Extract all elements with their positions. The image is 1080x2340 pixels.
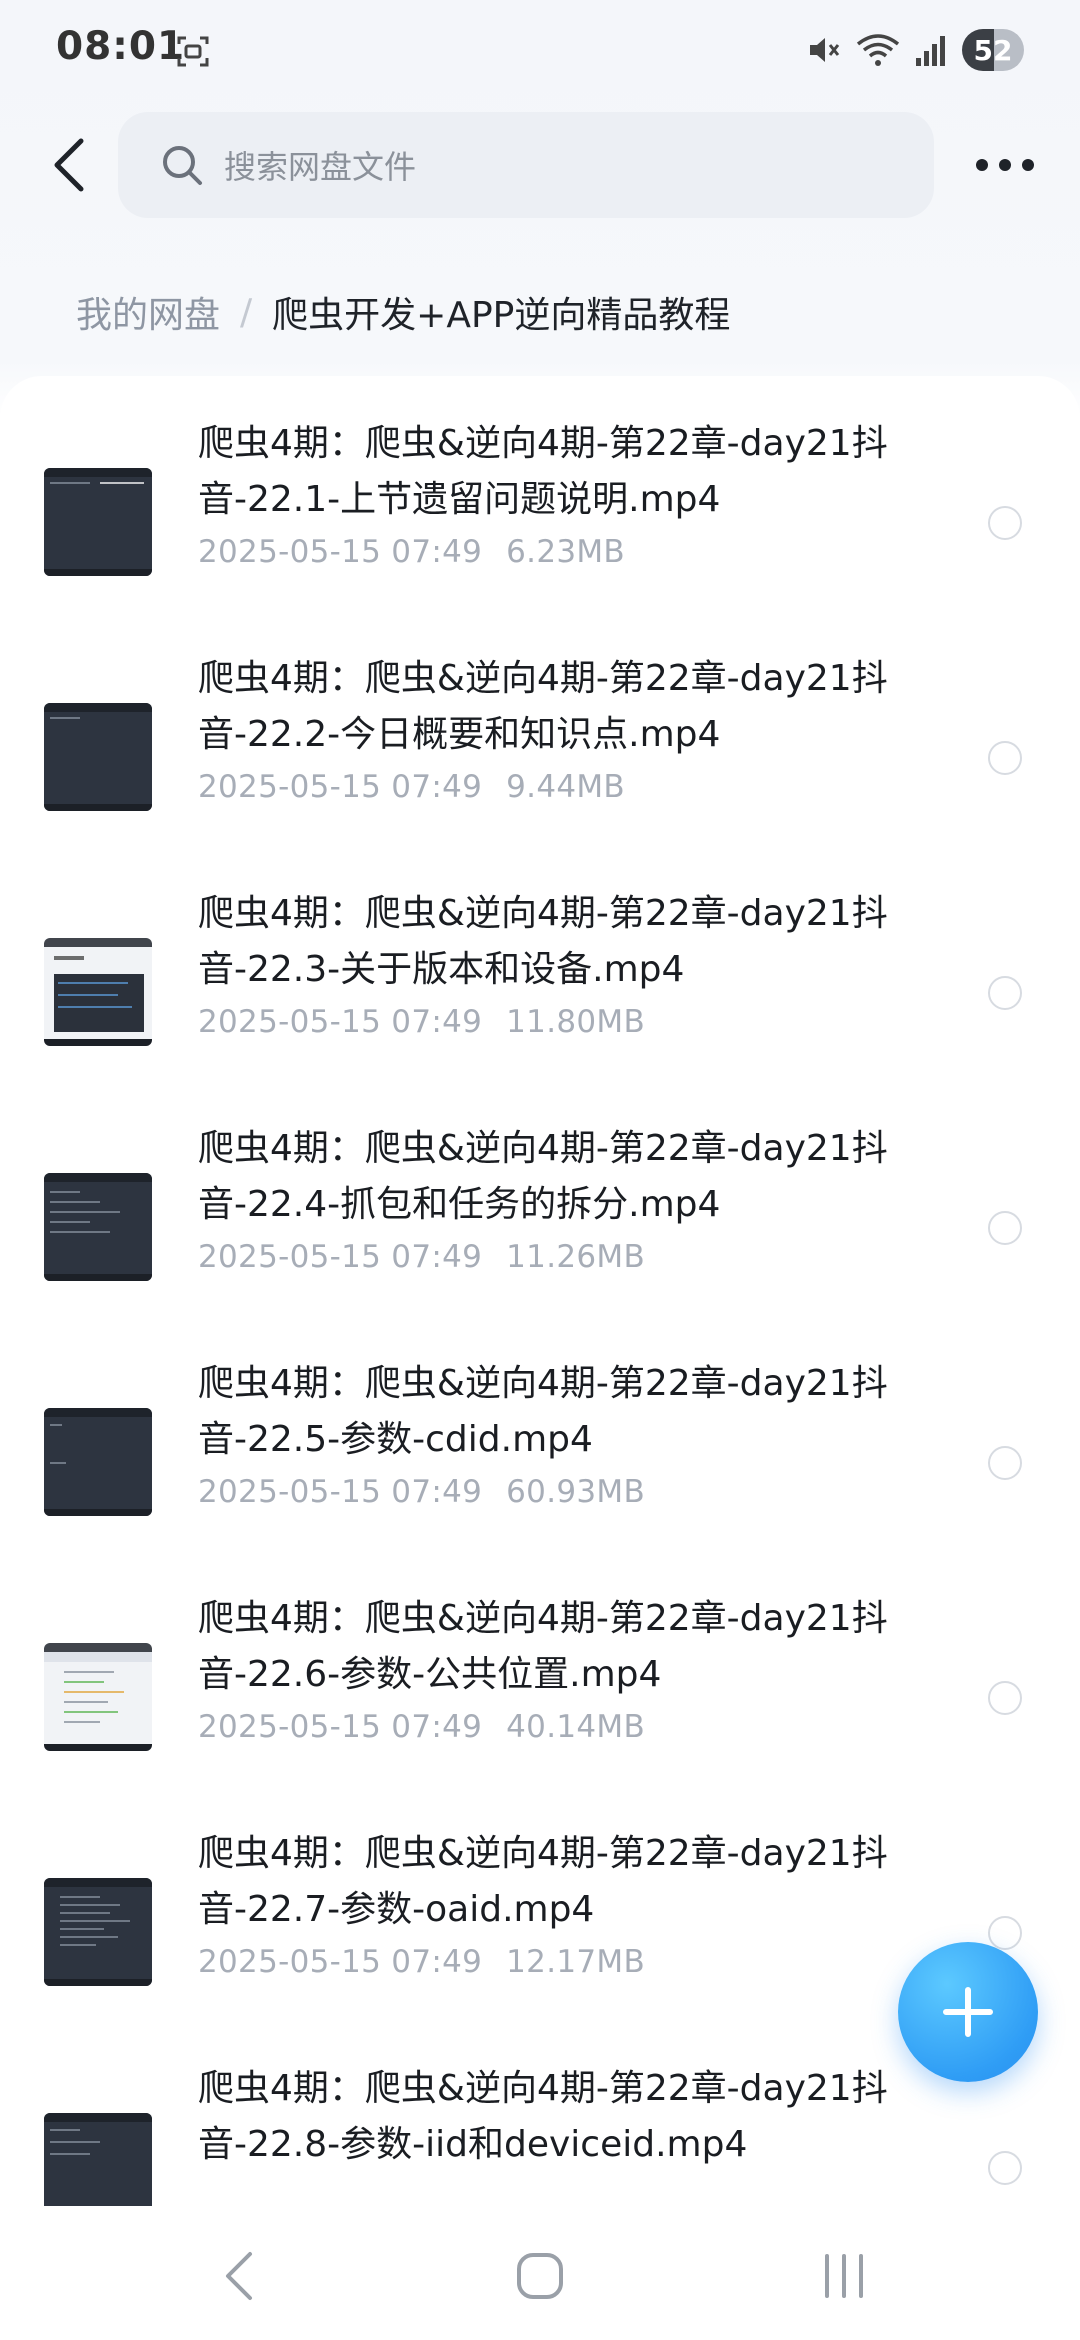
status-icons: 52 (806, 26, 1024, 74)
signal-icon (916, 36, 945, 66)
video-thumbnail (44, 938, 152, 1046)
nav-recents-icon (825, 2254, 863, 2298)
file-meta: 2025-05-15 07:49 9.44MB (198, 769, 625, 805)
file-name: 爬虫4期：爬虫&逆向4期-第22章-day21抖音-22.3-关于版本和设备.m… (198, 893, 888, 990)
select-radio[interactable] (988, 506, 1022, 540)
breadcrumb: 我的网盘 / 爬虫开发+APP逆向精品教程 (76, 282, 730, 342)
file-size: 11.26MB (506, 1239, 646, 1275)
select-radio[interactable] (988, 1681, 1022, 1715)
file-date: 2025-05-15 07:49 (198, 1709, 483, 1745)
system-nav-bar (0, 2206, 1080, 2340)
breadcrumb-separator: / (240, 291, 253, 333)
file-size: 9.44MB (506, 769, 625, 805)
file-name: 爬虫4期：爬虫&逆向4期-第22章-day21抖音-22.7-参数-oaid.m… (198, 1833, 888, 1930)
file-date: 2025-05-15 07:49 (198, 1004, 483, 1040)
video-thumbnail (44, 2113, 152, 2206)
select-radio[interactable] (988, 741, 1022, 775)
file-name: 爬虫4期：爬虫&逆向4期-第22章-day21抖音-22.1-上节遗留问题说明.… (198, 423, 888, 520)
video-thumbnail (44, 1878, 152, 1986)
video-thumbnail (44, 1643, 152, 1751)
more-horizontal-icon (976, 159, 1034, 171)
video-thumbnail (44, 1408, 152, 1516)
file-name: 爬虫4期：爬虫&逆向4期-第22章-day21抖音-22.4-抓包和任务的拆分.… (198, 1128, 888, 1225)
screenshot-icon (177, 36, 209, 67)
video-thumbnail (44, 1173, 152, 1281)
nav-home-icon (517, 2253, 563, 2299)
list-item[interactable]: 爬虫4期：爬虫&逆向4期-第22章-day21抖音-22.3-关于版本和设备.m… (0, 846, 1080, 1081)
list-item[interactable]: 爬虫4期：爬虫&逆向4期-第22章-day21抖音-22.5-参数-cdid.m… (0, 1316, 1080, 1551)
list-item[interactable]: 爬虫4期：爬虫&逆向4期-第22章-day21抖音-22.2-今日概要和知识点.… (0, 611, 1080, 846)
file-size: 12.17MB (506, 1944, 646, 1980)
search-input[interactable]: 搜索网盘文件 (118, 112, 934, 218)
mute-icon (810, 38, 840, 62)
file-date: 2025-05-15 07:49 (198, 1239, 483, 1275)
list-item[interactable]: 爬虫4期：爬虫&逆向4期-第22章-day21抖音-22.1-上节遗留问题说明.… (0, 376, 1080, 611)
file-meta: 2025-05-15 07:49 60.93MB (198, 1474, 645, 1510)
file-date: 2025-05-15 07:49 (198, 1944, 483, 1980)
file-browser-screen: 08:01 52 搜索网盘文件 我的网盘 / 爬虫开发+APP逆向精品教程 爬虫… (0, 0, 1080, 2340)
more-button[interactable] (970, 140, 1040, 190)
file-list: 爬虫4期：爬虫&逆向4期-第22章-day21抖音-22.1-上节遗留问题说明.… (0, 376, 1080, 2206)
list-item[interactable]: 爬虫4期：爬虫&逆向4期-第22章-day21抖音-22.6-参数-公共位置.m… (0, 1551, 1080, 1786)
battery-indicator: 52 (962, 29, 1024, 71)
status-bar: 08:01 52 (0, 0, 1080, 100)
file-name: 爬虫4期：爬虫&逆向4期-第22章-day21抖音-22.2-今日概要和知识点.… (198, 658, 888, 755)
header: 搜索网盘文件 (0, 110, 1080, 220)
breadcrumb-root[interactable]: 我的网盘 (76, 286, 220, 338)
breadcrumb-current: 爬虫开发+APP逆向精品教程 (272, 295, 731, 336)
nav-back-button[interactable] (200, 2236, 280, 2316)
nav-recents-button[interactable] (804, 2236, 884, 2316)
file-name: 爬虫4期：爬虫&逆向4期-第22章-day21抖音-22.8-参数-iid和de… (198, 2068, 888, 2165)
select-radio[interactable] (988, 2151, 1022, 2185)
file-size: 60.93MB (506, 1474, 646, 1510)
file-name: 爬虫4期：爬虫&逆向4期-第22章-day21抖音-22.6-参数-公共位置.m… (198, 1598, 888, 1695)
chevron-left-icon (54, 138, 84, 192)
file-date: 2025-05-15 07:49 (198, 769, 483, 805)
back-button[interactable] (36, 132, 102, 198)
file-meta (198, 2179, 222, 2206)
video-thumbnail (44, 468, 152, 576)
select-radio[interactable] (988, 1446, 1022, 1480)
file-size: 11.80MB (506, 1004, 646, 1040)
file-meta: 2025-05-15 07:49 12.17MB (198, 1944, 645, 1980)
file-date: 2025-05-15 07:49 (198, 534, 483, 570)
file-meta: 2025-05-15 07:49 11.26MB (198, 1239, 645, 1275)
list-item[interactable]: 爬虫4期：爬虫&逆向4期-第22章-day21抖音-22.4-抓包和任务的拆分.… (0, 1081, 1080, 1316)
file-name: 爬虫4期：爬虫&逆向4期-第22章-day21抖音-22.5-参数-cdid.m… (198, 1363, 888, 1460)
file-size: 6.23MB (506, 534, 625, 570)
plus-icon (943, 1987, 993, 2037)
nav-back-icon (226, 2252, 252, 2300)
video-thumbnail (44, 703, 152, 811)
nav-home-button[interactable] (500, 2236, 580, 2316)
search-icon (163, 146, 202, 185)
select-radio[interactable] (988, 1916, 1022, 1950)
status-time: 08:01 (56, 24, 186, 69)
select-radio[interactable] (988, 1211, 1022, 1245)
add-button[interactable] (898, 1942, 1038, 2082)
select-radio[interactable] (988, 976, 1022, 1010)
file-meta: 2025-05-15 07:49 11.80MB (198, 1004, 645, 1040)
file-meta: 2025-05-15 07:49 40.14MB (198, 1709, 645, 1745)
search-placeholder: 搜索网盘文件 (224, 148, 417, 186)
file-date: 2025-05-15 07:49 (198, 1474, 483, 1510)
wifi-icon (856, 34, 900, 66)
file-size: 40.14MB (506, 1709, 646, 1745)
file-meta: 2025-05-15 07:49 6.23MB (198, 534, 625, 570)
